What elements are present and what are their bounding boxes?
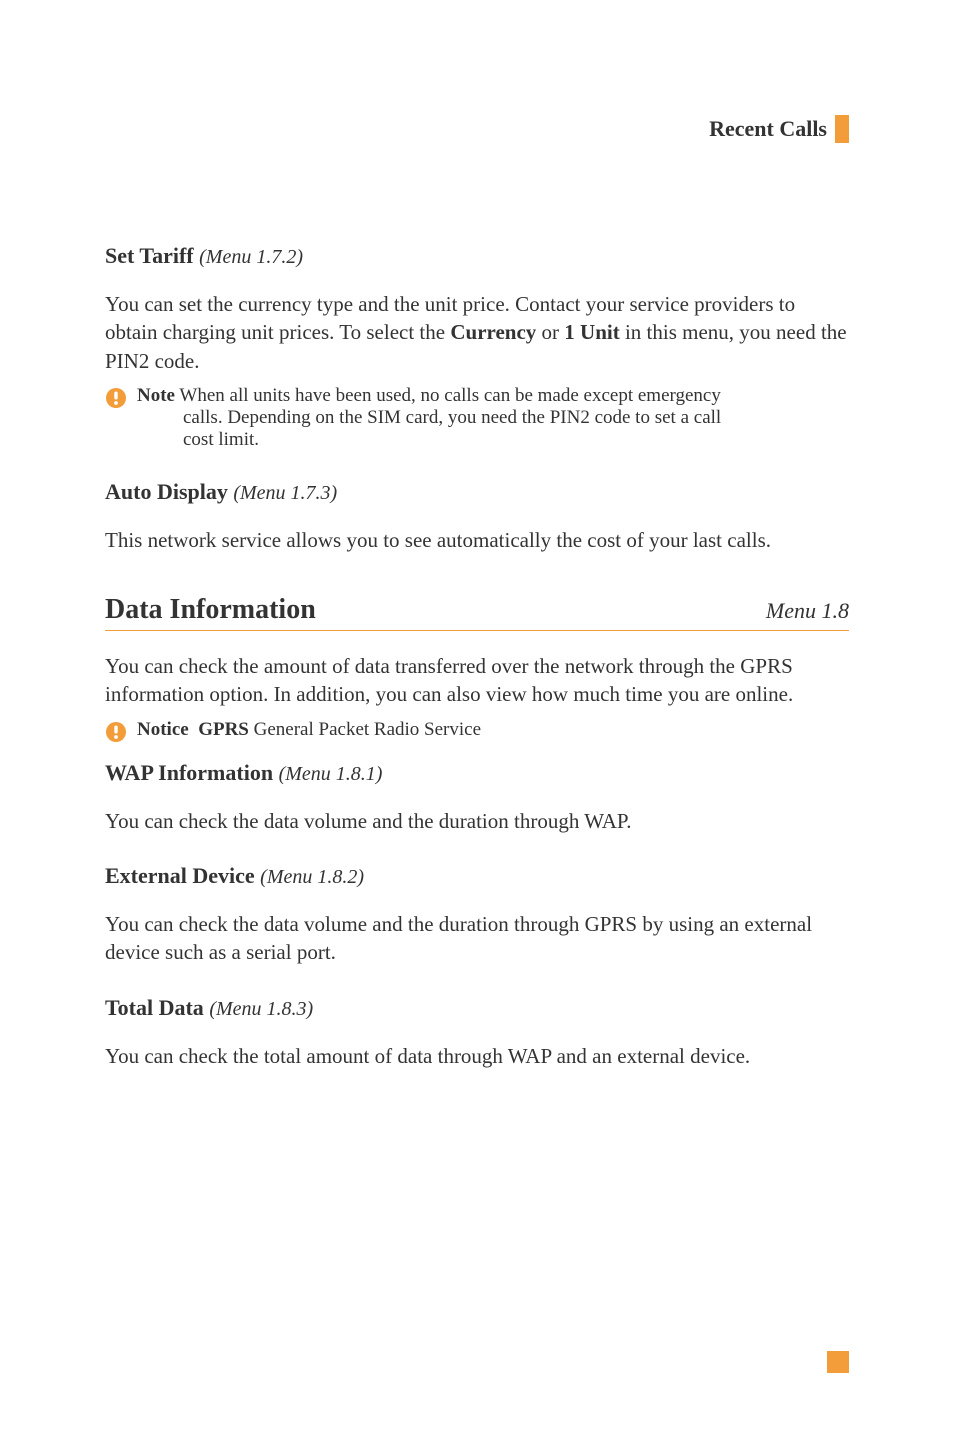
note-text: cost limit. bbox=[183, 429, 721, 451]
manual-page: Recent Calls Set Tariff (Menu 1.7.2) You… bbox=[0, 0, 954, 1433]
text-part: or bbox=[536, 320, 564, 344]
paragraph-total-data: You can check the total amount of data t… bbox=[105, 1042, 849, 1070]
note-label: Note bbox=[137, 385, 175, 406]
paragraph-external-device: You can check the data volume and the du… bbox=[105, 910, 849, 967]
page-header: Recent Calls bbox=[105, 115, 849, 143]
heading-data-information: Data Information bbox=[105, 594, 316, 626]
heading-text: Set Tariff bbox=[105, 243, 194, 268]
heading-wap-information: WAP Information (Menu 1.8.1) bbox=[105, 760, 849, 786]
menu-ref: (Menu 1.7.2) bbox=[199, 246, 303, 268]
heading-auto-display: Auto Display (Menu 1.7.3) bbox=[105, 479, 849, 505]
notice-text: General Packet Radio Service bbox=[249, 719, 481, 740]
menu-ref: (Menu 1.8.3) bbox=[209, 998, 313, 1020]
paragraph-set-tariff: You can set the currency type and the un… bbox=[105, 290, 849, 375]
heading-text: WAP Information bbox=[105, 760, 273, 785]
header-title: Recent Calls bbox=[709, 116, 827, 142]
notice-gprs: GPRS bbox=[198, 719, 249, 740]
heading-external-device: External Device (Menu 1.8.2) bbox=[105, 863, 849, 889]
paragraph-auto-display: This network service allows you to see a… bbox=[105, 526, 849, 554]
note-content: Note When all units have been used, no c… bbox=[137, 385, 721, 451]
alert-icon bbox=[105, 721, 127, 748]
menu-ref: Menu 1.8 bbox=[766, 598, 849, 624]
menu-ref: (Menu 1.7.3) bbox=[233, 482, 337, 504]
heading-set-tariff: Set Tariff (Menu 1.7.2) bbox=[105, 243, 849, 269]
menu-ref: (Menu 1.8.2) bbox=[260, 866, 364, 888]
alert-icon bbox=[105, 387, 127, 414]
heading-data-information-row: Data Information Menu 1.8 bbox=[105, 594, 849, 631]
note-text: calls. Depending on the SIM card, you ne… bbox=[183, 407, 721, 429]
heading-text: Auto Display bbox=[105, 479, 228, 504]
heading-text: Total Data bbox=[105, 995, 204, 1020]
note-block: Note When all units have been used, no c… bbox=[105, 385, 849, 451]
paragraph-wap-information: You can check the data volume and the du… bbox=[105, 807, 849, 835]
heading-text: External Device bbox=[105, 863, 255, 888]
header-marker-icon bbox=[835, 115, 849, 143]
menu-ref: (Menu 1.8.1) bbox=[279, 763, 383, 785]
text-bold: 1 Unit bbox=[564, 320, 619, 344]
heading-total-data: Total Data (Menu 1.8.3) bbox=[105, 995, 849, 1021]
notice-content: Notice GPRS General Packet Radio Service bbox=[137, 719, 481, 742]
notice-label: Notice bbox=[137, 719, 189, 740]
paragraph-data-information: You can check the amount of data transfe… bbox=[105, 652, 849, 709]
notice-block: Notice GPRS General Packet Radio Service bbox=[105, 719, 849, 748]
note-text: When all units have been used, no calls … bbox=[179, 385, 720, 406]
text-bold: Currency bbox=[450, 320, 536, 344]
footer-marker-icon bbox=[827, 1351, 849, 1373]
